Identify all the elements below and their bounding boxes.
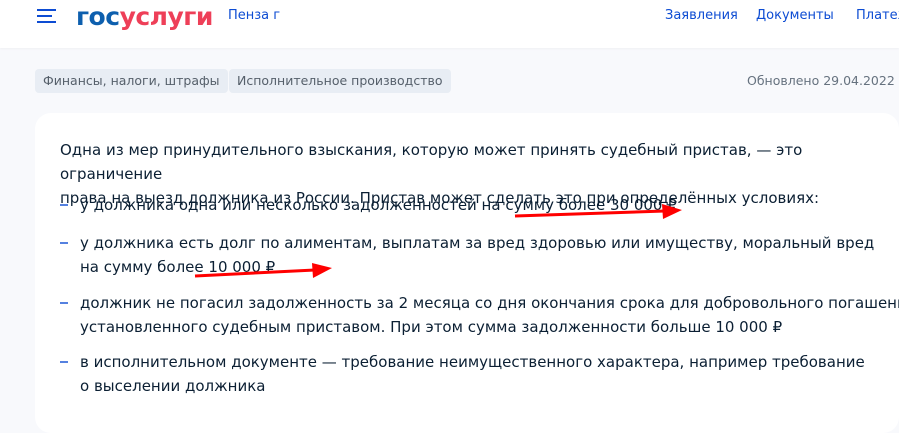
red-arrow-icon [514,204,682,219]
annotation-arrows [194,204,682,278]
red-arrow-icon [194,263,332,278]
